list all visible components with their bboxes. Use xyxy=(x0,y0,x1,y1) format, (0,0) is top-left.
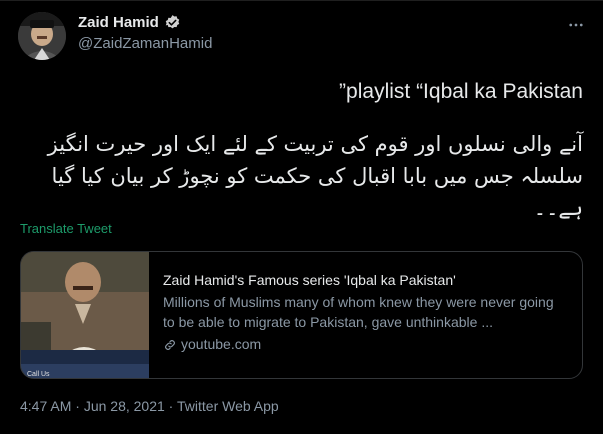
link-preview-card[interactable]: Call Us Zaid Hamid's Famous series 'Iqba… xyxy=(20,251,583,379)
more-dots-icon[interactable] xyxy=(561,10,591,40)
tweet-time[interactable]: 4:47 AM xyxy=(20,398,71,414)
thumbnail-caption: Call Us xyxy=(27,371,50,378)
link-icon xyxy=(163,337,177,351)
display-name[interactable]: Zaid Hamid xyxy=(78,14,159,31)
author-block: Zaid Hamid @ZaidZamanHamid xyxy=(78,14,212,52)
tweet-source[interactable]: Twitter Web App xyxy=(177,398,279,414)
card-domain: youtube.com xyxy=(163,334,568,354)
tweet-text-line1: ”playlist “Iqbal ka Pakistan xyxy=(339,80,583,103)
tweet-date[interactable]: Jun 28, 2021 xyxy=(84,398,165,414)
name-row: Zaid Hamid xyxy=(78,14,212,31)
card-title: Zaid Hamid's Famous series 'Iqbal ka Pak… xyxy=(163,272,456,288)
video-thumbnail: Call Us xyxy=(21,252,149,378)
avatar[interactable] xyxy=(18,12,66,60)
tweet-meta: 4:47 AM · Jun 28, 2021 · Twitter Web App xyxy=(20,398,279,414)
handle[interactable]: @ZaidZamanHamid xyxy=(78,35,212,52)
translate-tweet-link[interactable]: Translate Tweet xyxy=(20,221,112,236)
tweet-text-urdu: آنے والی نسلوں اور قوم کی تربیت کے لئے ا… xyxy=(47,132,583,220)
meta-separator: · xyxy=(164,398,177,414)
meta-separator: · xyxy=(71,398,84,414)
card-description: Millions of Muslims many of whom knew th… xyxy=(163,294,554,330)
card-domain-text: youtube.com xyxy=(181,336,262,352)
verified-badge-icon xyxy=(164,14,181,31)
tweet: Zaid Hamid @ZaidZamanHamid ”playlist “Iq… xyxy=(0,0,603,434)
card-text: Zaid Hamid's Famous series 'Iqbal ka Pak… xyxy=(149,252,582,378)
